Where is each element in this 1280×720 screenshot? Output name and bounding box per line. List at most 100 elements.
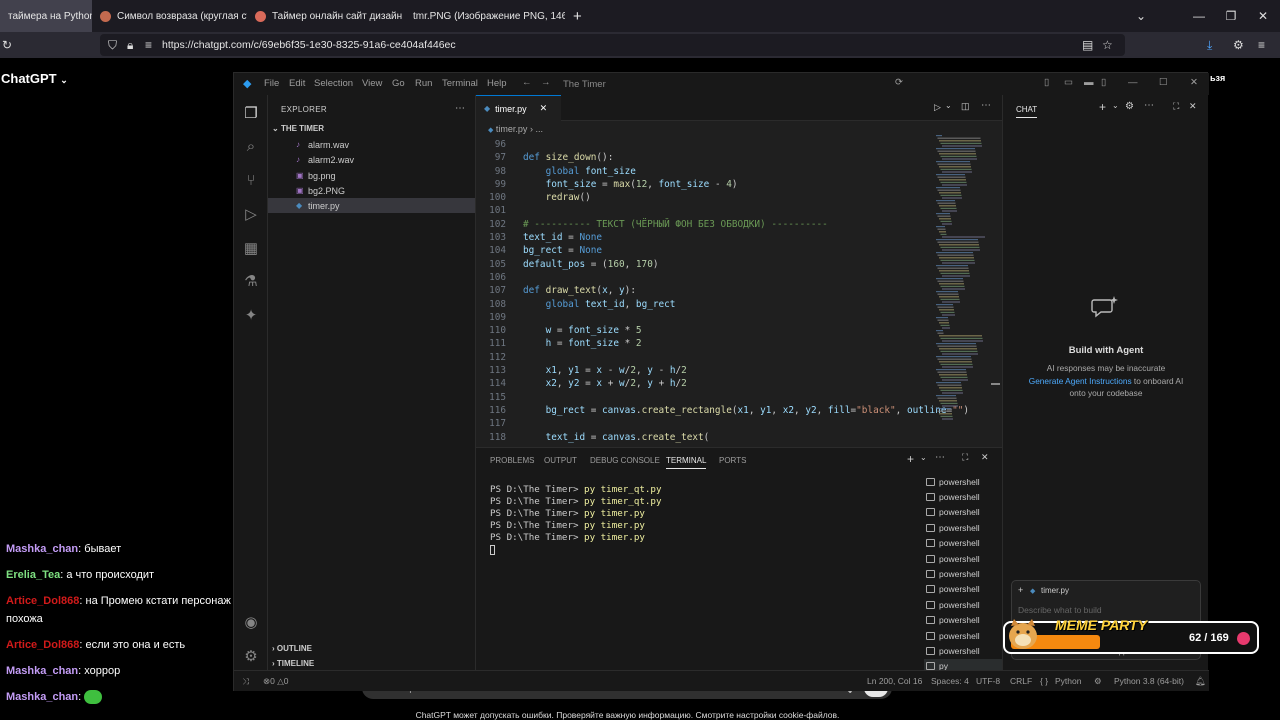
menu-view[interactable]: View — [362, 78, 382, 89]
tab-output[interactable]: OUTPUT — [544, 456, 577, 465]
terminal-instance[interactable]: powershell — [924, 551, 1002, 566]
code-line[interactable]: 113 x1, y1 = x - w/2, y - h/2 — [476, 364, 936, 377]
context-file-chip[interactable]: timer.py — [1041, 586, 1069, 595]
terminal-instance[interactable]: powershell — [924, 613, 1002, 628]
url-text[interactable]: https://chatgpt.com/c/69eb6f35-1e30-8325… — [162, 39, 456, 51]
copilot-icon[interactable]: ⟳ — [895, 77, 903, 88]
minimap[interactable] — [936, 135, 994, 425]
code-line[interactable]: 116 bg_rect = canvas.create_rectangle(x1… — [476, 404, 969, 417]
new-tab-button[interactable]: + — [565, 0, 590, 32]
code-text[interactable]: global font_size — [523, 165, 636, 178]
url-bar[interactable]: ⛉ 🔒︎ ≡ https://chatgpt.com/c/69eb6f35-1e… — [100, 34, 1125, 56]
close-icon[interactable]: ✕ — [981, 452, 989, 463]
testing-icon[interactable]: ⚗ — [241, 271, 261, 291]
code-text[interactable]: def draw_text(x, y): — [523, 284, 636, 297]
more-actions-icon[interactable]: ⋯ — [455, 103, 465, 114]
code-line[interactable]: 101 — [476, 204, 936, 217]
tab-terminal[interactable]: TERMINAL — [666, 456, 707, 469]
forward-arrow-icon[interactable]: → — [541, 77, 551, 88]
browser-tab[interactable]: таймера на Python — [0, 0, 92, 32]
toggle-sidebar-icon[interactable]: ▭ — [1064, 77, 1073, 88]
code-line[interactable]: 100 redraw() — [476, 191, 936, 204]
terminal-instance[interactable]: powershell — [924, 489, 1002, 504]
code-line[interactable]: 98 global font_size — [476, 165, 936, 178]
minimize-icon[interactable]: — — [1182, 0, 1216, 32]
account-icon[interactable]: ◉ — [241, 612, 261, 632]
terminal-instance[interactable]: powershell — [924, 582, 1002, 597]
encoding[interactable]: UTF-8 — [976, 676, 1000, 686]
code-lines[interactable]: 96 97 def size_down(): 98 global font_size 9… — [476, 138, 969, 444]
terminal-instance[interactable]: powershell — [924, 566, 1002, 581]
run-python-icon[interactable]: ▷ — [934, 102, 941, 113]
chevron-down-icon[interactable]: ⌄ — [920, 453, 927, 462]
code-text[interactable]: text_id = None — [523, 231, 602, 244]
maximize-panel-icon[interactable]: ⛶ — [962, 452, 968, 463]
explorer-icon[interactable]: ❐ — [241, 103, 261, 123]
toggle-panel-icon[interactable]: ▬ — [1084, 77, 1094, 88]
cursor-position[interactable]: Ln 200, Col 16 — [867, 676, 922, 686]
code-line[interactable]: 112 — [476, 351, 936, 364]
restore-icon[interactable]: ❐ — [1214, 0, 1248, 32]
bookmark-star-icon[interactable]: ☆ — [1102, 38, 1113, 52]
browser-tab[interactable]: Таймер онлайн сайт дизайн а ✕ — [247, 0, 405, 32]
maximize-icon[interactable]: ⛶ — [1173, 101, 1179, 112]
split-editor-icon[interactable]: ◫ — [961, 101, 970, 112]
code-line[interactable]: 114 x2, y2 = x + w/2, y + h/2 — [476, 377, 936, 390]
terminal-instance[interactable]: powershell — [924, 628, 1002, 643]
chevron-down-icon[interactable]: ⌄ — [945, 101, 952, 110]
file-item[interactable]: ♪ alarm2.wav — [268, 152, 475, 167]
code-line[interactable]: 118 text_id = canvas.create_text( — [476, 431, 936, 444]
code-line[interactable]: 107 def draw_text(x, y): — [476, 284, 936, 297]
code-line[interactable]: 104 bg_rect = None — [476, 244, 936, 257]
notifications-icon[interactable]: 🔔︎ — [1195, 676, 1206, 687]
code-text[interactable]: x1, y1 = x - w/2, y - h/2 — [523, 364, 687, 377]
chevron-down-icon[interactable]: ⌄ — [1112, 101, 1119, 110]
search-icon[interactable]: ⌕ — [241, 136, 261, 156]
terminal-instance[interactable]: powershell — [924, 505, 1002, 520]
code-line[interactable]: 96 — [476, 138, 936, 151]
remote-icon[interactable]: ⤨ — [242, 676, 249, 687]
indentation[interactable]: Spaces: 4 — [931, 676, 969, 686]
timeline-section[interactable]: › TIMELINE — [272, 659, 314, 668]
terminal-instance[interactable]: powershell — [924, 536, 1002, 551]
terminal-instance[interactable]: powershell — [924, 643, 1002, 658]
code-line[interactable]: 103 text_id = None — [476, 231, 936, 244]
reader-view-icon[interactable]: ▤ — [1082, 38, 1093, 52]
code-line[interactable]: 110 w = font_size * 5 — [476, 324, 936, 337]
tab-debug-console[interactable]: DEBUG CONSOLE — [590, 456, 660, 465]
more-actions-icon[interactable]: ⋯ — [981, 100, 991, 111]
settings-gear-icon[interactable]: ⚙ — [241, 646, 261, 666]
code-text[interactable]: bg_rect = canvas.create_rectangle(x1, y1… — [523, 404, 970, 417]
more-actions-icon[interactable]: ⋯ — [935, 452, 945, 463]
menu-edit[interactable]: Edit — [289, 78, 305, 89]
code-text[interactable]: h = font_size * 2 — [523, 337, 642, 350]
downloads-icon[interactable]: ⤓ — [1207, 38, 1212, 52]
breadcrumb-symbol[interactable]: ... — [535, 124, 543, 134]
code-line[interactable]: 111 h = font_size * 2 — [476, 337, 936, 350]
shield-icon[interactable]: ⛉ — [108, 38, 117, 52]
tab-ports[interactable]: PORTS — [719, 456, 746, 465]
code-line[interactable]: 117 — [476, 417, 936, 430]
minimize-icon[interactable]: — — [1128, 77, 1138, 88]
code-line[interactable]: 115 — [476, 391, 936, 404]
file-item[interactable]: ▣ bg.png — [268, 168, 475, 183]
scrollbar-thumb[interactable] — [991, 383, 1000, 385]
new-chat-icon[interactable]: + — [1099, 100, 1106, 114]
close-icon[interactable]: ✕ — [1190, 77, 1198, 88]
new-terminal-icon[interactable]: + — [907, 452, 914, 466]
code-text[interactable]: x2, y2 = x + w/2, y + h/2 — [523, 377, 687, 390]
code-text[interactable]: font_size = max(12, font_size - 4) — [523, 178, 738, 191]
code-line[interactable]: 97 def size_down(): — [476, 151, 936, 164]
terminal-instance[interactable]: powershell — [924, 474, 1002, 489]
code-line[interactable]: 109 — [476, 311, 936, 324]
toggle-layout-icon[interactable]: ▯ — [1044, 77, 1049, 88]
code-text[interactable]: bg_rect = None — [523, 244, 602, 257]
list-tabs-icon[interactable]: ⌄ — [1124, 0, 1158, 32]
model-selector[interactable]: ChatGPT ⌄ — [1, 71, 68, 86]
line-ending[interactable]: CRLF — [1010, 676, 1032, 686]
menu-go[interactable]: Go — [392, 78, 405, 89]
reload-icon[interactable]: ↻ — [2, 38, 12, 52]
close-window-icon[interactable]: ✕ — [1246, 0, 1280, 32]
python-interpreter[interactable]: Python 3.8 (64-bit) — [1114, 676, 1184, 686]
tab-problems[interactable]: PROBLEMS — [490, 456, 534, 465]
